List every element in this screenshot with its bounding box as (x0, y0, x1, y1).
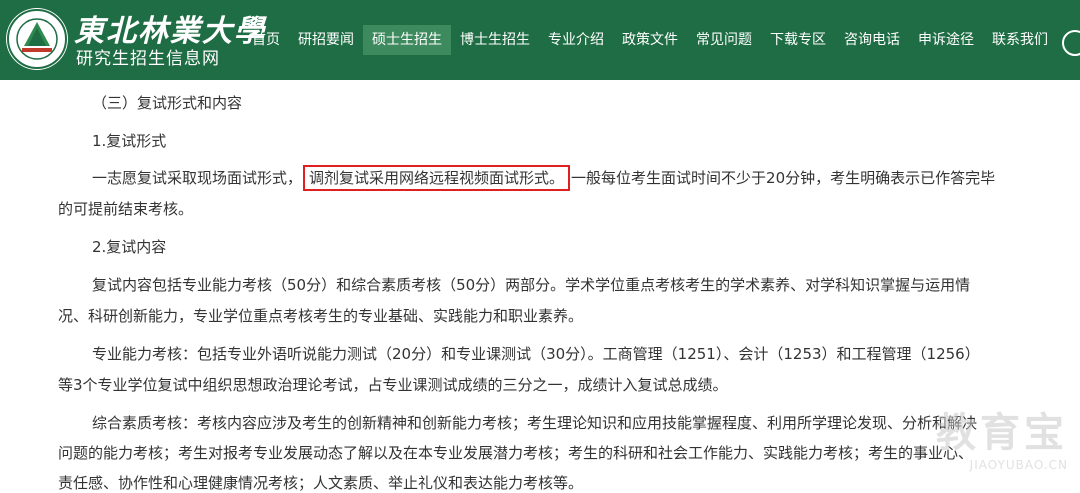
watermark-sub: JIAOYUBAO.CN (936, 458, 1068, 472)
content-p1-line2: 况、科研创新能力，专业学位重点考核考生的专业基础、实践能力和职业素养。 (58, 305, 583, 326)
watermark: 教育宝 JIAOYUBAO.CN (936, 400, 1068, 472)
nav-item-majors[interactable]: 专业介绍 (539, 25, 613, 55)
nav-item-faq[interactable]: 常见问题 (687, 25, 761, 55)
site-subtitle: 研究生招生信息网 (76, 44, 220, 69)
watermark-main: 教育宝 (936, 400, 1068, 458)
nav-item-news[interactable]: 研招要闻 (289, 25, 363, 55)
university-seal-logo[interactable] (6, 8, 68, 70)
content-p2-line1: 专业能力考核：包括专业外语听说能力测试（20分）和专业课测试（30分）。工商管理… (92, 343, 980, 364)
form-heading: 1.复试形式 (92, 130, 166, 151)
form-text-b: 一般每位考生面试时间不少于20分钟，考生明确表示已作答完毕 (571, 169, 995, 187)
content-p3-line3: 责任感、协作性和心理健康情况考核；人文素质、举止礼仪和表达能力考核等。 (58, 472, 583, 493)
content-p3-line2: 问题的能力考核；考生对报考专业发展动态了解以及在本专业发展潜力考核；考生的科研和… (58, 442, 973, 463)
content-p3-line1: 综合素质考核：考核内容应涉及考生的创新精神和创新能力考核；考生理论知识和应用技能… (92, 412, 977, 433)
nav-item-home[interactable]: 首页 (243, 25, 289, 55)
form-paragraph-line1: 一志愿复试采取现场面试形式，调剂复试采用网络远程视频面试形式。一般每位考生面试时… (92, 167, 995, 188)
main-nav: 首页 研招要闻 硕士生招生 博士生招生 专业介绍 政策文件 常见问题 下载专区 … (243, 0, 1057, 80)
nav-item-master-admission[interactable]: 硕士生招生 (363, 25, 451, 55)
nav-item-policy[interactable]: 政策文件 (613, 25, 687, 55)
nav-item-contact[interactable]: 联系我们 (983, 25, 1057, 55)
nav-item-appeal[interactable]: 申诉途径 (909, 25, 983, 55)
highlighted-remote-interview: 调剂复试采用网络远程视频面试形式。 (303, 165, 570, 191)
content-heading: 2.复试内容 (92, 236, 166, 257)
nav-item-phone[interactable]: 咨询电话 (835, 25, 909, 55)
form-paragraph-line2: 的可提前结束考核。 (58, 198, 193, 219)
site-header: 東北林業大學 研究生招生信息网 首页 研招要闻 硕士生招生 博士生招生 专业介绍… (0, 0, 1080, 80)
content-p2-line2: 等3个专业学位复试中组织思想政治理论考试，占专业课测试成绩的三分之一，成绩计入复… (58, 374, 728, 395)
form-text-a: 一志愿复试采取现场面试形式， (92, 169, 302, 187)
section-heading: （三）复试形式和内容 (92, 92, 242, 113)
search-icon[interactable] (1062, 30, 1080, 56)
nav-item-downloads[interactable]: 下载专区 (761, 25, 835, 55)
nav-item-doctoral-admission[interactable]: 博士生招生 (451, 25, 539, 55)
content-p1-line1: 复试内容包括专业能力考核（50分）和综合素质考核（50分）两部分。学术学位重点考… (92, 274, 970, 295)
